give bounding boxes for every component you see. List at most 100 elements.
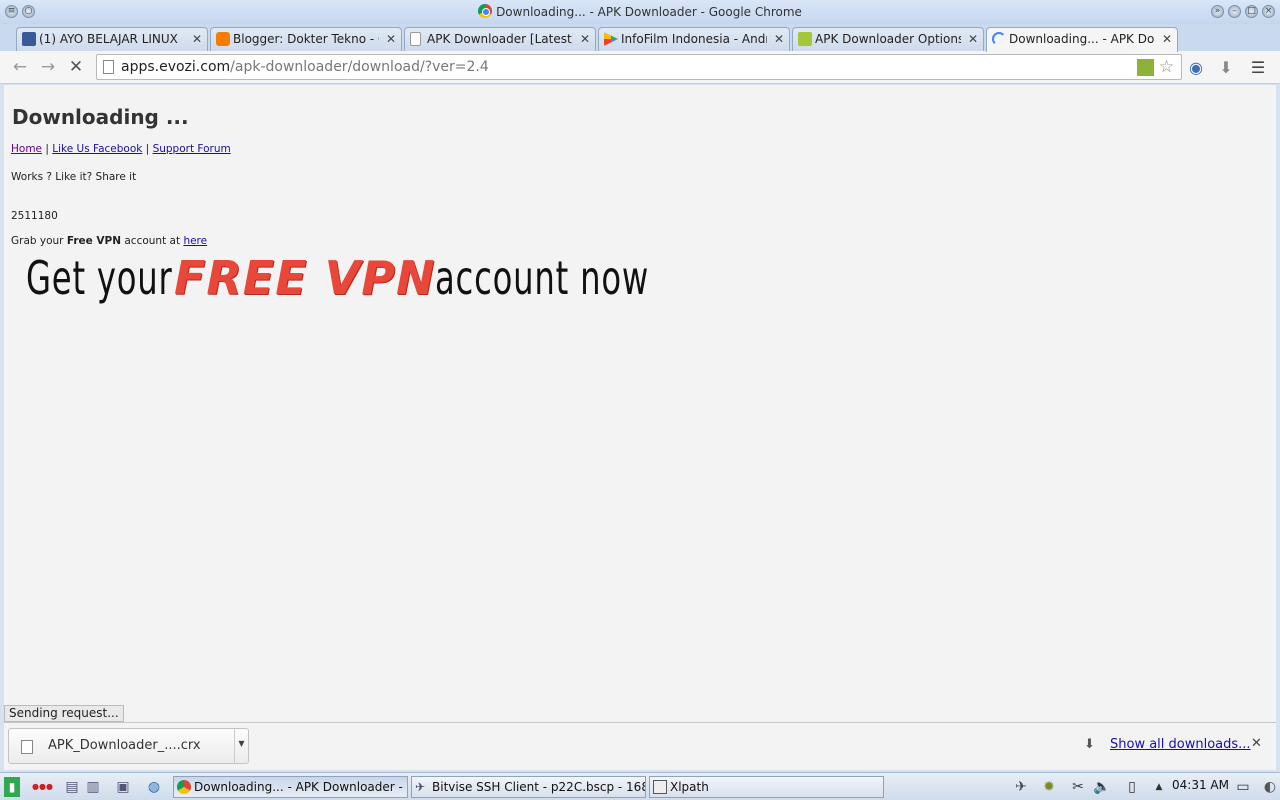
desktop-icon[interactable]: ▤: [62, 777, 82, 797]
url-path: /apk-downloader/download/?ver=2.4: [230, 59, 489, 75]
grab-bold: Free VPN: [66, 235, 122, 247]
home-link[interactable]: Home: [11, 143, 42, 155]
download-item[interactable]: APK_Downloader_....crx ▼: [8, 728, 249, 764]
link-separator: |: [142, 143, 153, 155]
start-menu-icon[interactable]: ▮: [4, 777, 20, 797]
window-minimize-button[interactable]: –: [1228, 5, 1241, 18]
download-shelf: APK_Downloader_....crx ▼ ⬇ Show all down…: [4, 722, 1276, 770]
tab-label: (1) AYO BELAJAR LINUX: [39, 32, 178, 46]
grab-middle: account at: [121, 235, 184, 247]
page-heading: Downloading ...: [12, 105, 189, 129]
download-extension-icon[interactable]: ⬇: [1216, 58, 1236, 78]
bitvise-icon: ✈: [415, 780, 426, 794]
file-manager-icon[interactable]: ▣: [113, 777, 133, 797]
tab-blogger[interactable]: Blogger: Dokter Tekno - C ✕: [210, 27, 402, 51]
link-separator: |: [42, 143, 53, 155]
chrome-logo-icon: [478, 4, 493, 18]
task-bitvise[interactable]: ✈ Bitvise SSH Client - p22C.bscp - 168.6: [411, 776, 646, 798]
stop-loading-icon[interactable]: ✕: [66, 57, 86, 77]
vpn-banner[interactable]: Get your FREE VPN account now: [26, 251, 710, 309]
share-text: Works ? Like it? Share it: [11, 171, 137, 183]
task-chrome[interactable]: Downloading... - APK Downloader - Go: [173, 776, 408, 798]
support-forum-link[interactable]: Support Forum: [153, 143, 231, 155]
taskbar: ▮ ●●● ▤ ▥ ▣ ◍ Downloading... - APK Downl…: [0, 772, 1280, 800]
window-list-icon[interactable]: ▥: [83, 777, 103, 797]
bookmark-star-icon[interactable]: ☆: [1158, 59, 1175, 76]
address-bar[interactable]: apps.evozi.com/apk-downloader/download/?…: [96, 54, 1182, 80]
banner-text-end: account now: [435, 251, 650, 305]
tab-label: InfoFilm Indonesia - Andr: [621, 32, 767, 46]
status-bubble: Sending request...: [4, 705, 124, 722]
browser-launcher-icon[interactable]: ◍: [144, 777, 164, 797]
clock[interactable]: 04:31 AM: [1172, 778, 1229, 792]
window-titlebar: ≡ ○ Downloading... - APK Downloader - Go…: [0, 0, 1280, 24]
nav-links: Home | Like Us Facebook | Support Forum: [11, 143, 231, 155]
tab-ayo-belajar-linux[interactable]: (1) AYO BELAJAR LINUX ✕: [16, 27, 208, 51]
page-icon: [103, 60, 114, 74]
task-label: Downloading... - APK Downloader - Go: [194, 780, 408, 794]
blogger-icon: [216, 32, 230, 46]
globe-extension-icon[interactable]: ◉: [1186, 58, 1206, 78]
task-xlpath[interactable]: Xlpath: [649, 776, 884, 798]
banner-free-vpn: FREE VPN: [173, 251, 436, 305]
tab-label: APK Downloader Options: [815, 32, 961, 46]
tab-close-icon[interactable]: ✕: [774, 28, 784, 50]
task-label: Xlpath: [670, 780, 709, 794]
window-maximize-button[interactable]: □: [1245, 5, 1258, 18]
url-text[interactable]: apps.evozi.com/apk-downloader/download/?…: [121, 59, 489, 75]
window-close-button[interactable]: ×: [1262, 5, 1275, 18]
tab-infofilm[interactable]: InfoFilm Indonesia - Andr ✕: [598, 27, 790, 51]
url-host: apps.evozi.com: [121, 59, 231, 75]
session-icon[interactable]: ◐: [1260, 777, 1280, 797]
update-tray-icon[interactable]: ✹: [1039, 777, 1059, 797]
download-number: 2511180: [11, 210, 58, 222]
battery-icon[interactable]: ▯: [1122, 777, 1142, 797]
android-icon: [798, 32, 812, 46]
scissors-tray-icon[interactable]: ✂: [1068, 777, 1088, 797]
tab-close-icon[interactable]: ✕: [1162, 28, 1172, 50]
tab-strip: (1) AYO BELAJAR LINUX ✕ Blogger: Dokter …: [0, 24, 1280, 69]
terminal-icon: [653, 780, 667, 794]
download-file-name: APK_Downloader_....crx: [48, 738, 201, 753]
tab-close-icon[interactable]: ✕: [968, 28, 978, 50]
back-arrow-icon[interactable]: ←: [10, 57, 30, 77]
network-tray-icon[interactable]: ✈: [1011, 777, 1031, 797]
tray-expand-icon[interactable]: ▲: [1149, 777, 1169, 797]
tab-apk-downloader-latest[interactable]: APK Downloader [Latest] ✕: [404, 27, 596, 51]
forward-arrow-icon[interactable]: →: [38, 57, 58, 77]
download-arrow-icon: ⬇: [1084, 737, 1095, 752]
window-title: Downloading... - APK Downloader - Google…: [496, 5, 802, 19]
tab-label: Downloading... - APK Dow: [1009, 32, 1155, 46]
vpn-here-link[interactable]: here: [183, 235, 207, 247]
tab-close-icon[interactable]: ✕: [386, 28, 396, 50]
grab-prefix: Grab your: [11, 235, 67, 247]
tab-close-icon[interactable]: ✕: [580, 28, 590, 50]
chevron-down-icon[interactable]: ▼: [234, 729, 248, 763]
chrome-icon: [177, 780, 191, 794]
close-icon[interactable]: ✕: [1251, 736, 1262, 751]
loading-spinner-icon: [992, 32, 1006, 46]
like-facebook-link[interactable]: Like Us Facebook: [52, 143, 142, 155]
window-shade-button[interactable]: »: [1211, 5, 1224, 18]
tab-label: APK Downloader [Latest]: [427, 32, 573, 46]
printer-tray-icon[interactable]: ▭: [1233, 777, 1253, 797]
show-all-downloads-link[interactable]: Show all downloads...: [1110, 737, 1251, 752]
facebook-icon: [22, 32, 36, 46]
page-icon: [410, 32, 421, 46]
page-content: Downloading ... Home | Like Us Facebook …: [4, 85, 1276, 722]
menu-hamburger-icon[interactable]: ☰: [1248, 58, 1268, 78]
tab-label: Blogger: Dokter Tekno - C: [233, 32, 379, 46]
tab-apk-downloader-options[interactable]: APK Downloader Options ✕: [792, 27, 984, 51]
play-store-icon: [604, 32, 618, 46]
tab-downloading-active[interactable]: Downloading... - APK Dow ✕: [986, 27, 1178, 52]
vpn-promo-text: Grab your Free VPN account at here: [11, 235, 207, 247]
task-label: Bitvise SSH Client - p22C.bscp - 168.6: [432, 780, 646, 794]
window-title-wrap: Downloading... - APK Downloader - Google…: [0, 4, 1280, 19]
file-icon: [21, 740, 33, 754]
user-extension-icon[interactable]: [1137, 59, 1154, 76]
color-dots-icon[interactable]: ●●●: [32, 777, 53, 797]
banner-text-start: Get your: [26, 251, 173, 305]
browser-toolbar: ← → ✕ apps.evozi.com/apk-downloader/down…: [0, 51, 1280, 84]
volume-icon[interactable]: 🔈: [1092, 777, 1112, 797]
tab-close-icon[interactable]: ✕: [192, 28, 202, 50]
